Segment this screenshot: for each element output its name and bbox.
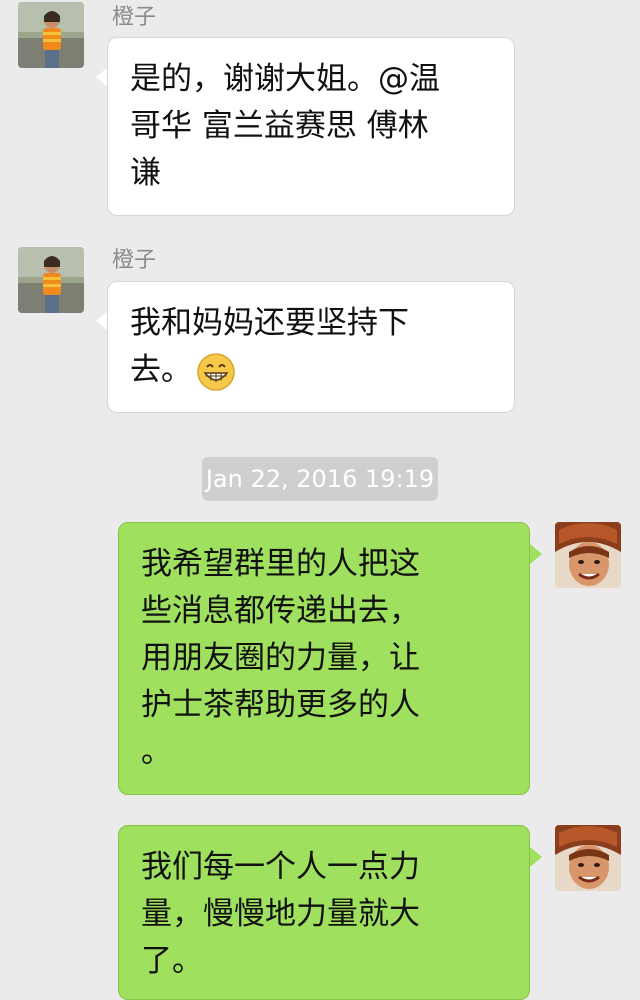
grinning-face-emoji <box>197 352 235 391</box>
message-line: 哥华 富兰益赛思 傅林 <box>130 108 429 144</box>
message-line: 了。 <box>141 943 203 979</box>
my-avatar-photo <box>555 825 621 891</box>
sender-name: 橙子 <box>112 248 157 273</box>
message-bubble-outgoing[interactable]: 我们每一个人一点力 量，慢慢地力量就大 了。 <box>118 825 530 1000</box>
message-line-with-emoji: 去。 <box>130 347 492 394</box>
message-line: 我希望群里的人把这 <box>141 546 420 582</box>
message-line: 量，慢慢地力量就大 <box>141 896 420 932</box>
bubble-tail <box>530 847 542 867</box>
sender-avatar-photo <box>18 2 84 68</box>
message-line: 谦 <box>130 155 161 191</box>
sender-name: 橙子 <box>112 5 157 30</box>
message-line: 我们每一个人一点力 <box>141 849 420 885</box>
my-avatar-photo <box>555 522 621 588</box>
my-avatar[interactable] <box>555 825 621 891</box>
message-line: 我和妈妈还要坚持下 <box>130 305 409 341</box>
bubble-tail <box>530 544 542 564</box>
sender-avatar-photo <box>18 247 84 313</box>
message-line: 用朋友圈的力量，让 <box>141 640 420 676</box>
my-avatar[interactable] <box>555 522 621 588</box>
message-bubble-outgoing[interactable]: 我希望群里的人把这 些消息都传递出去， 用朋友圈的力量，让 护士茶帮助更多的人 … <box>118 522 530 795</box>
message-bubble-incoming[interactable]: 我和妈妈还要坚持下 去。 <box>107 281 515 413</box>
message-line: 去。 <box>130 352 192 388</box>
sender-avatar[interactable] <box>18 2 84 68</box>
message-line: 。 <box>141 734 172 770</box>
chat-timestamp: Jan 22, 2016 19:19 <box>202 457 438 501</box>
message-line: 是的，谢谢大姐。@温 <box>130 61 440 97</box>
message-line: 护士茶帮助更多的人 <box>141 687 420 723</box>
message-bubble-incoming[interactable]: 是的，谢谢大姐。@温 哥华 富兰益赛思 傅林 谦 <box>107 37 515 216</box>
sender-avatar[interactable] <box>18 247 84 313</box>
message-line: 些消息都传递出去， <box>141 593 420 629</box>
